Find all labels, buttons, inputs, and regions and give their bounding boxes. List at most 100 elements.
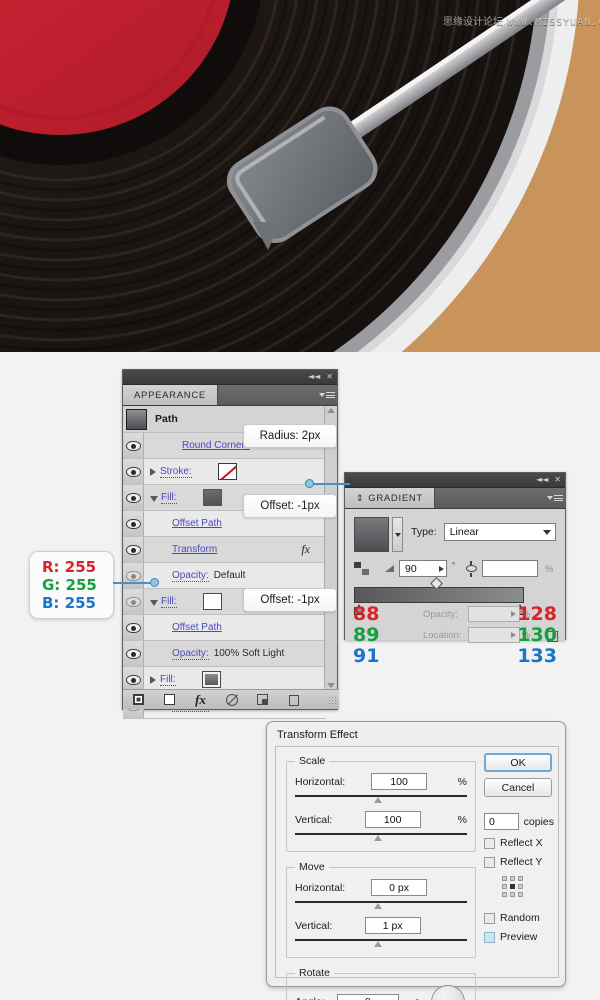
chevron-right-icon[interactable] [150,675,156,684]
panel-menu-icon[interactable] [317,385,337,405]
record-artwork [0,0,600,357]
add-new-effect-fx-button[interactable]: fx [185,690,216,709]
fill-2-swatch[interactable] [202,593,222,610]
gradient-presets-dropdown[interactable] [392,517,403,552]
move-vertical-input[interactable]: 1 px [364,917,421,934]
transform-label[interactable]: Transform [172,544,217,555]
chevron-down-icon[interactable] [150,495,158,502]
close-icon[interactable]: ✕ [326,373,333,381]
degree-unit: ° [452,561,456,570]
reflect-x-label: Reflect X [500,837,543,849]
gradient-type-label: Type: [411,526,437,538]
offset-path-1-label[interactable]: Offset Path [172,518,222,529]
cancel-button[interactable]: Cancel [484,778,552,797]
rotate-dial-icon[interactable] [430,985,465,1000]
appearance-titlebar[interactable]: ◄◄ ✕ [123,370,337,385]
scroll-down-icon[interactable] [327,683,335,688]
gradient-opacity-field[interactable] [468,606,520,622]
add-new-stroke-button[interactable] [123,690,154,709]
move-horizontal-input[interactable]: 0 px [371,879,428,896]
visibility-toggle[interactable] [123,641,144,666]
scale-horizontal-input[interactable]: 100 [371,773,428,790]
rotate-angle-input[interactable]: 0 [336,993,399,1000]
eye-icon [125,544,141,555]
gradient-location-field[interactable] [468,627,520,643]
panel-menu-icon[interactable] [545,488,565,508]
scale-vertical-input[interactable]: 100 [364,811,421,828]
visibility-toggle[interactable] [123,459,144,484]
gradient-angle-field[interactable]: 90 [399,560,447,577]
tab-gradient[interactable]: ⇕ GRADIENT [345,488,435,508]
move-vertical-slider[interactable] [295,937,467,948]
reflect-x-checkbox[interactable] [484,837,495,849]
preview-row[interactable]: Preview [484,931,554,943]
gradient-type-select[interactable]: Linear [443,523,556,541]
gradient-ramp[interactable] [354,587,524,603]
eye-icon [125,492,141,503]
fill-3-label[interactable]: Fill: [160,674,176,686]
tab-gradient-label: GRADIENT [368,492,423,504]
scroll-up-icon[interactable] [327,408,335,413]
appearance-row-opacity-2[interactable]: Opacity: 100% Soft Light [123,641,326,667]
gradient-aspect-ratio-icon [464,560,477,577]
opacity-2-label[interactable]: Opacity: [172,648,209,660]
fx-icon[interactable]: fx [301,542,310,557]
chevron-right-icon[interactable] [150,467,156,476]
gradient-aspect-field[interactable] [482,560,539,577]
collapse-panel-icon[interactable]: ◄◄ [536,476,548,484]
chevron-down-icon[interactable] [150,599,158,606]
visibility-toggle[interactable] [123,485,144,510]
appearance-row-stroke[interactable]: Stroke: [123,459,326,485]
reflect-x-row[interactable]: Reflect X [484,837,554,849]
random-checkbox[interactable] [484,912,495,924]
rotate-legend: Rotate [299,967,330,979]
scale-horizontal-slider[interactable] [295,793,467,804]
duplicate-item-button[interactable] [247,690,278,709]
resize-grip-icon[interactable] [328,695,336,704]
reflect-y-checkbox[interactable] [484,856,495,868]
delete-item-button[interactable] [278,690,309,709]
resize-grip-icon[interactable] [551,630,559,638]
reverse-gradient-icon[interactable] [354,561,370,576]
offset-path-2-label[interactable]: Offset Path [172,622,222,633]
reflect-y-row[interactable]: Reflect Y [484,856,554,868]
fill-2-label[interactable]: Fill: [161,596,177,608]
stroke-label[interactable]: Stroke: [160,466,192,478]
appearance-row-transform[interactable]: Transform fx [123,537,326,563]
opacity-1-label[interactable]: Opacity: [172,570,209,582]
round-corners-label[interactable]: Round Corners [182,440,250,451]
scale-vertical-slider[interactable] [295,831,467,842]
visibility-toggle[interactable] [123,563,144,588]
add-new-fill-button[interactable] [154,690,185,709]
visibility-toggle[interactable] [123,511,144,536]
gradient-titlebar[interactable]: ◄◄ ✕ [345,473,565,488]
preview-checkbox[interactable] [484,931,495,943]
callout-offset-fill-1: Offset: -1px [243,494,337,518]
gradient-angle-value: 90 [405,562,417,575]
transform-anchor-grid-icon[interactable] [502,876,524,898]
fill-1-label[interactable]: Fill: [161,492,177,504]
ok-button[interactable]: OK [484,753,552,772]
tab-appearance[interactable]: APPEARANCE [123,385,218,405]
appearance-row-offset-path-2[interactable]: Offset Path [123,615,326,641]
fill-3-swatch[interactable] [201,671,221,688]
stepper-icon[interactable] [511,632,516,638]
collapse-panel-icon[interactable]: ◄◄ [308,373,320,381]
visibility-toggle[interactable] [123,433,144,458]
stepper-icon[interactable] [511,611,516,617]
stepper-icon[interactable] [439,565,444,572]
visibility-toggle[interactable] [123,537,144,562]
close-icon[interactable]: ✕ [554,476,561,484]
fill-1-swatch[interactable] [202,489,222,506]
gradient-slider[interactable] [354,577,524,615]
copies-input[interactable]: 0 [484,813,519,830]
move-horizontal-slider[interactable] [295,899,467,910]
left-stop-r: 88 [353,603,380,625]
visibility-toggle[interactable] [123,589,144,614]
gradient-preview-swatch[interactable] [354,517,389,552]
appearance-scrollbar[interactable] [324,406,337,690]
stroke-none-swatch[interactable] [217,463,237,480]
clear-appearance-button[interactable] [216,690,247,709]
visibility-toggle[interactable] [123,615,144,640]
random-row[interactable]: Random [484,912,554,924]
